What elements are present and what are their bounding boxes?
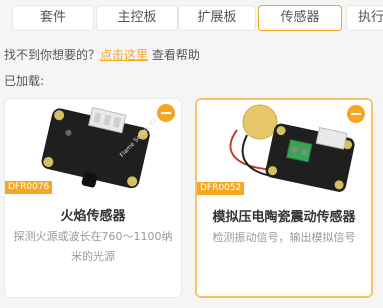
tab-expansion-board[interactable]: 扩展板 — [178, 5, 256, 31]
module-card-flame-sensor[interactable]: Flame Sensor V2 DFR0076 火焰传感器 探测火源或波长在76… — [4, 98, 182, 298]
help-hint: 找不到你想要的？点击这里 查看帮助 — [4, 46, 200, 63]
module-card-piezo-vibration-sensor[interactable]: DFR0052 模拟压电陶瓷震动传感器 检测振动信号，输出模拟信号 — [195, 98, 373, 298]
sku-badge: DFR0076 — [5, 181, 53, 194]
module-title: 模拟压电陶瓷震动传感器 — [212, 210, 356, 225]
tab-sensor[interactable]: 传感器 — [258, 5, 342, 31]
module-description: 探测火源或波长在760～1100纳米的光源 — [13, 230, 173, 263]
module-title: 火焰传感器 — [60, 209, 126, 224]
remove-icon[interactable] — [347, 105, 365, 123]
help-hint-suffix: 查看帮助 — [148, 48, 200, 62]
sku-badge: DFR0052 — [197, 182, 245, 195]
module-description: 检测振动信号，输出模拟信号 — [212, 231, 356, 244]
loaded-label: 已加载: — [4, 74, 45, 88]
tab-actuator[interactable]: 执行 — [346, 5, 383, 31]
tab-kit[interactable]: 套件 — [12, 5, 94, 31]
tab-main-board[interactable]: 主控板 — [96, 5, 178, 31]
category-tabs: 套件 主控板 扩展板 传感器 执行 — [0, 0, 383, 38]
help-hint-prefix: 找不到你想要的？ — [4, 48, 101, 62]
remove-icon[interactable] — [157, 104, 175, 122]
help-link[interactable]: 点击这里 — [100, 48, 148, 62]
